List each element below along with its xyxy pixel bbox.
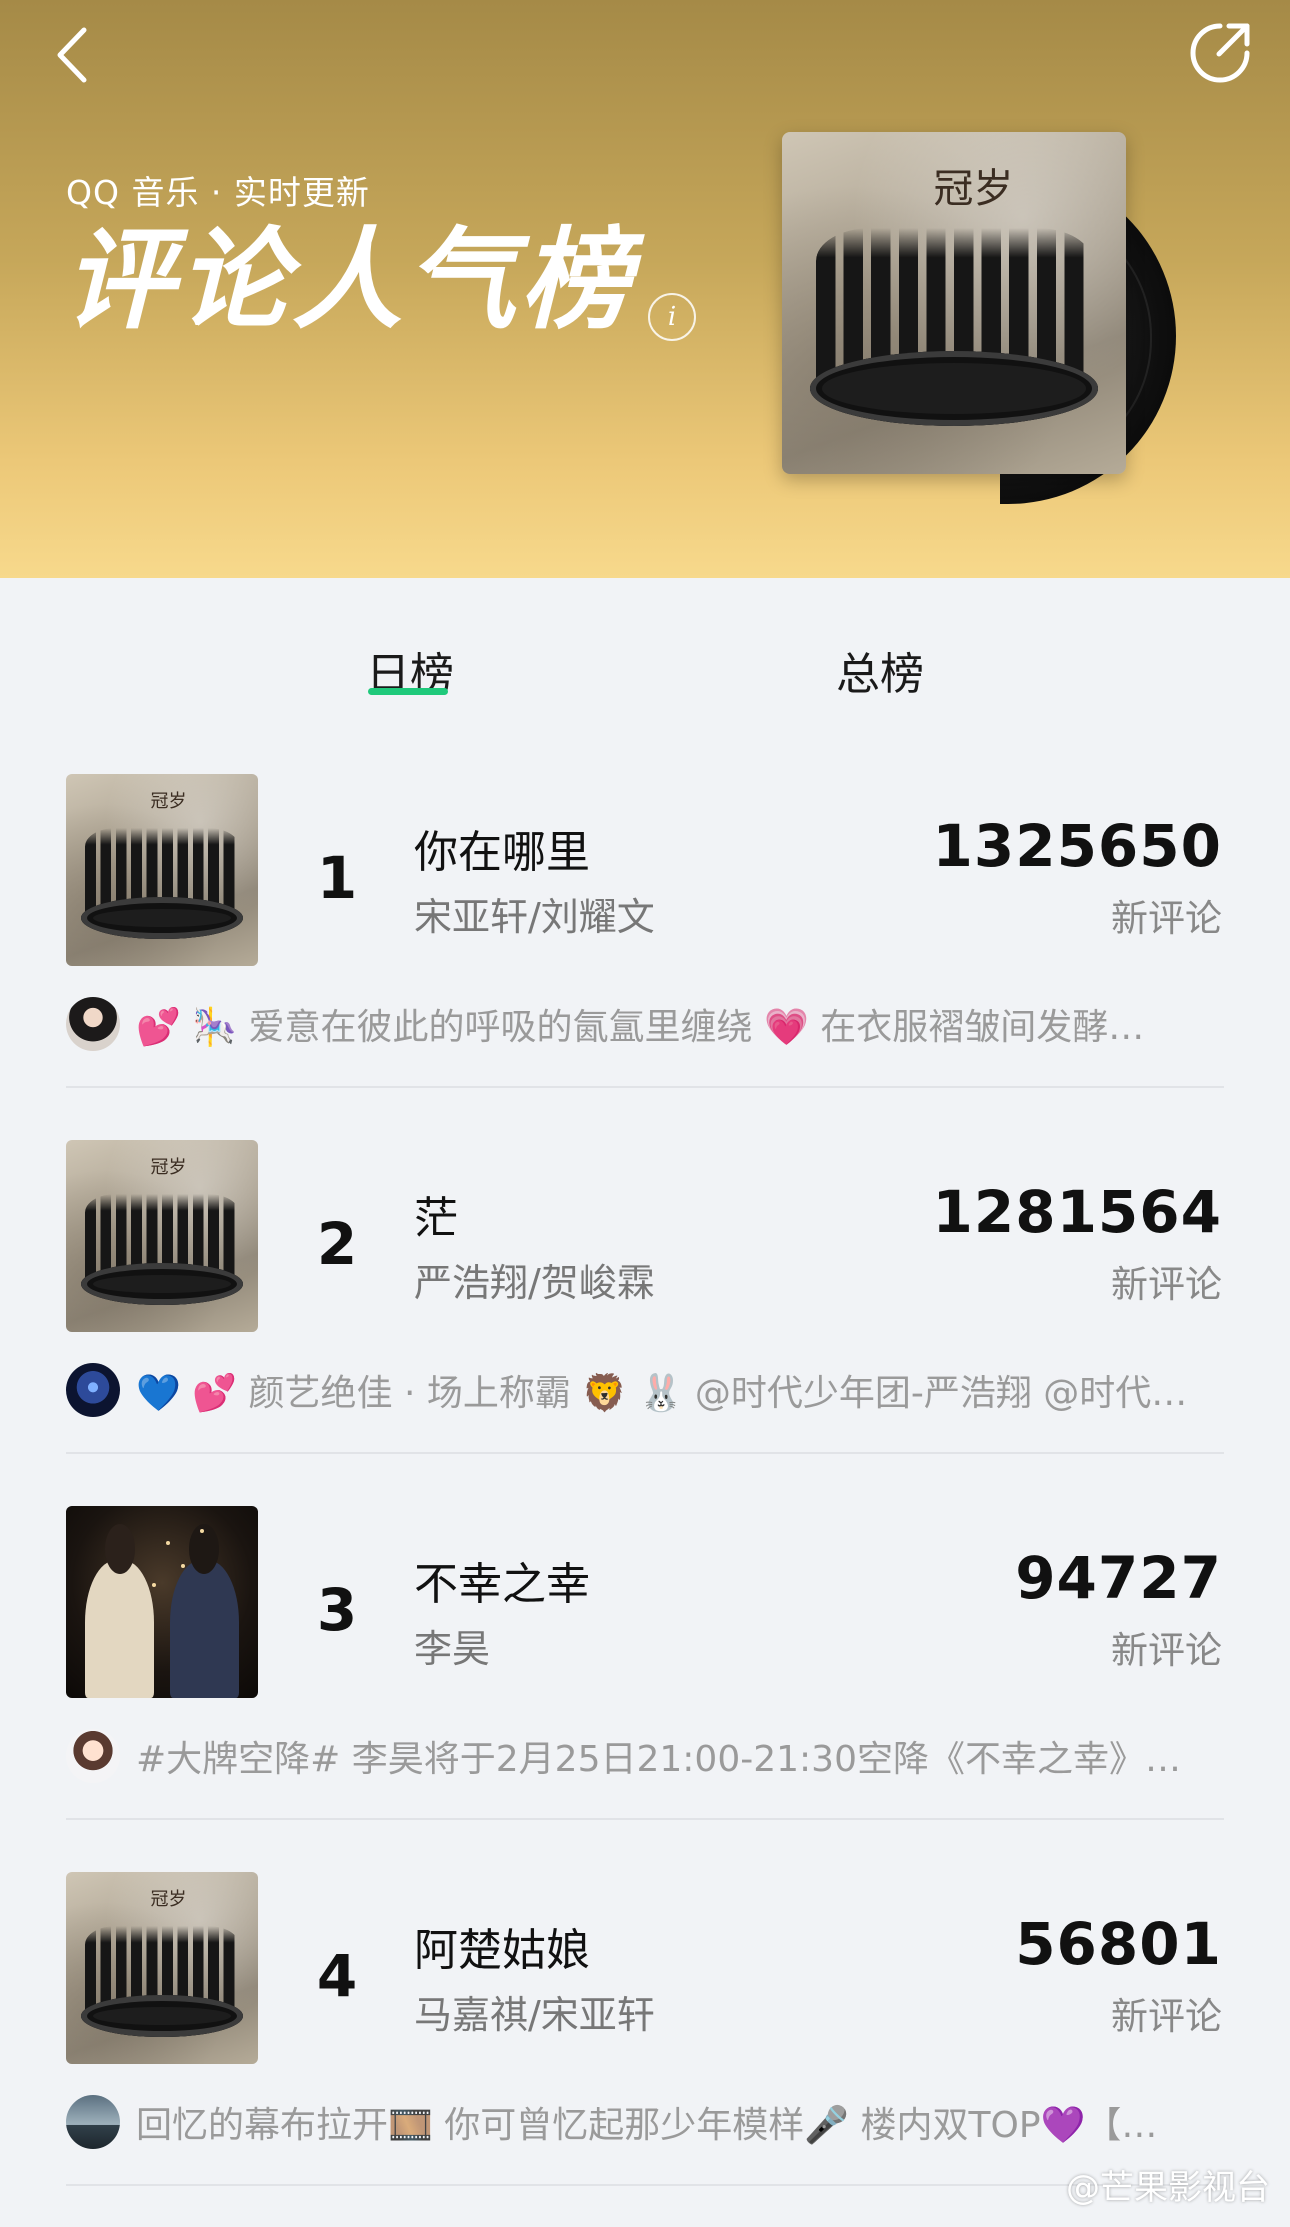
song-artist: 李昊 <box>414 1627 491 1671</box>
comment-count-label: 新评论 <box>1111 897 1222 940</box>
album-logo: 冠岁 <box>150 1889 187 1911</box>
list-item[interactable]: 3 不幸之幸 李昊 94727 新评论 #大牌空降# 李昊将于2月25日21:0… <box>0 1480 1290 1846</box>
share-icon[interactable] <box>1185 18 1255 88</box>
album-art: 冠岁 <box>782 132 1126 474</box>
hero-album-cover: 冠岁 <box>782 132 1126 474</box>
song-artist: 严浩翔/贺峻霖 <box>414 1261 655 1305</box>
song-cover[interactable] <box>66 1506 258 1698</box>
page-title: 评论人气榜 <box>64 216 634 344</box>
top-comment[interactable]: #大牌空降# 李昊将于2月25日21:00-21:30空降《不幸之幸》… <box>66 1726 1226 1786</box>
rank-number: 3 <box>316 1576 358 1644</box>
chart-tabs: 日榜 总榜 <box>0 600 1290 710</box>
watermark: @芒果影视台 <box>1066 2168 1270 2208</box>
comment-count-label: 新评论 <box>1111 1629 1222 1672</box>
song-cover[interactable]: 冠岁 <box>66 774 258 966</box>
chart-header: QQ 音乐 · 实时更新 评论人气榜 i 冠岁 <box>0 0 1290 578</box>
rank-number: 2 <box>316 1210 358 1278</box>
comment-text: 💕 🎠 爱意在彼此的呼吸的氤氲里缠绕 💗 在衣服褶皱间发酵… <box>136 1007 1145 1048</box>
tab-total[interactable]: 总榜 <box>836 638 924 702</box>
song-artist: 马嘉祺/宋亚轩 <box>414 1993 655 2037</box>
comment-count: 1325650 <box>932 812 1222 880</box>
song-title[interactable]: 茫 <box>414 1182 458 1246</box>
song-cover[interactable]: 冠岁 <box>66 1140 258 1332</box>
active-tab-indicator <box>368 688 448 695</box>
comment-text: #大牌空降# 李昊将于2月25日21:00-21:30空降《不幸之幸》… <box>136 1739 1181 1780</box>
list-item[interactable]: 冠岁 4 阿楚姑娘 马嘉祺/宋亚轩 56801 新评论 回忆的幕布拉开🎞️ 你可… <box>0 1846 1290 2212</box>
comment-text: 💙 💕 颜艺绝佳 · 场上称霸 🦁 🐰 @时代少年团-严浩翔 @时代… <box>136 1373 1188 1414</box>
list-item[interactable]: 冠岁 1 你在哪里 宋亚轩/刘耀文 1325650 新评论 💕 🎠 爱意在彼此的… <box>0 748 1290 1114</box>
song-title[interactable]: 不幸之幸 <box>414 1548 590 1612</box>
album-logo: 冠岁 <box>933 165 1014 212</box>
avatar <box>66 2095 120 2149</box>
avatar <box>66 1729 120 1783</box>
divider <box>66 2184 1224 2186</box>
song-title[interactable]: 你在哪里 <box>414 816 590 880</box>
avatar <box>66 997 120 1051</box>
song-cover[interactable]: 冠岁 <box>66 1872 258 2064</box>
album-logo: 冠岁 <box>150 791 187 813</box>
rank-number: 1 <box>316 844 358 912</box>
back-arrow-icon[interactable] <box>44 20 104 90</box>
divider <box>66 1452 1224 1454</box>
album-logo: 冠岁 <box>150 1157 187 1179</box>
comment-count: 94727 <box>1015 1544 1222 1612</box>
song-artist: 宋亚轩/刘耀文 <box>414 895 655 939</box>
info-icon[interactable]: i <box>648 293 696 341</box>
comment-count: 1281564 <box>932 1178 1222 1246</box>
divider <box>66 1818 1224 1820</box>
page-subtitle: QQ 音乐 · 实时更新 <box>66 173 370 212</box>
list-item[interactable]: 冠岁 2 茫 严浩翔/贺峻霖 1281564 新评论 💙 💕 颜艺绝佳 · 场上… <box>0 1114 1290 1480</box>
rank-number: 4 <box>316 1942 358 2010</box>
comment-count-label: 新评论 <box>1111 1995 1222 2038</box>
divider <box>66 1086 1224 1088</box>
top-comment[interactable]: 💙 💕 颜艺绝佳 · 场上称霸 🦁 🐰 @时代少年团-严浩翔 @时代… <box>66 1360 1226 1420</box>
song-title[interactable]: 阿楚姑娘 <box>414 1914 590 1978</box>
top-comment[interactable]: 💕 🎠 爱意在彼此的呼吸的氤氲里缠绕 💗 在衣服褶皱间发酵… <box>66 994 1226 1054</box>
comment-count: 56801 <box>1015 1910 1222 1978</box>
avatar <box>66 1363 120 1417</box>
comment-text: 回忆的幕布拉开🎞️ 你可曾忆起那少年模样🎤 楼内双TOP💜【… <box>136 2105 1158 2146</box>
top-comment[interactable]: 回忆的幕布拉开🎞️ 你可曾忆起那少年模样🎤 楼内双TOP💜【… <box>66 2092 1226 2152</box>
comment-count-label: 新评论 <box>1111 1263 1222 1306</box>
